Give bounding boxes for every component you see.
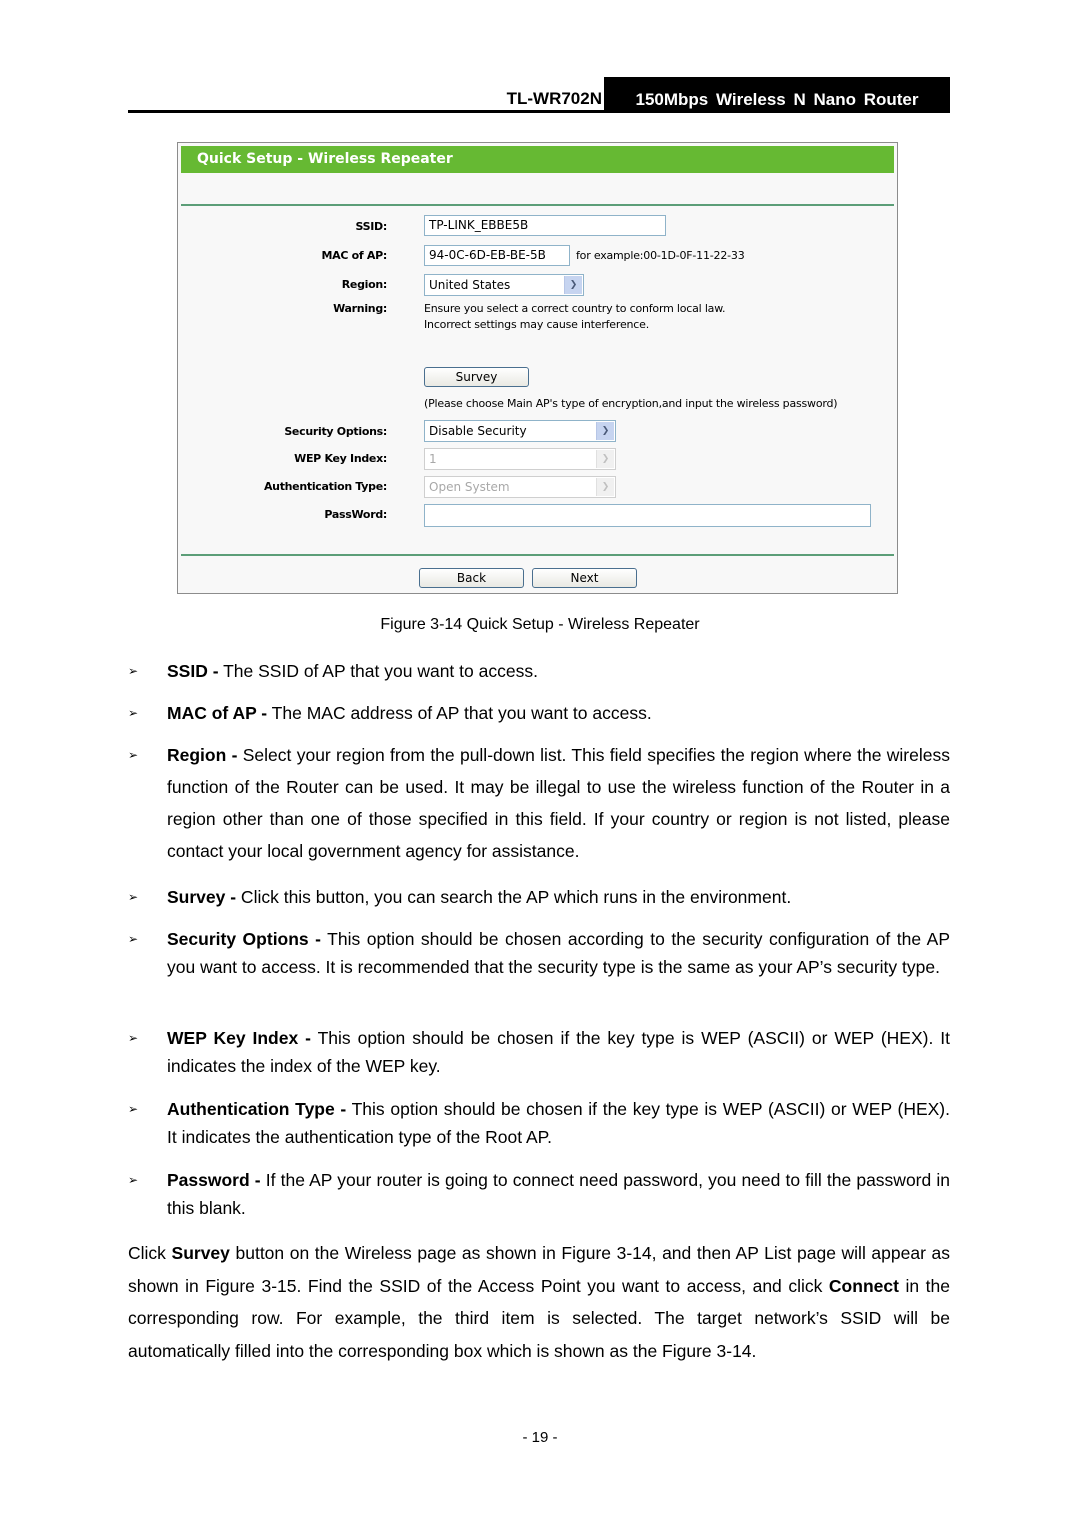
bullet-term: Authentication Type - bbox=[167, 1099, 347, 1119]
page-header: TL-WR702N 150Mbps Wireless N Nano Router bbox=[128, 77, 950, 113]
bullet-survey: ➢ Survey - Click this button, you can se… bbox=[128, 881, 950, 913]
paragraph-text: Click bbox=[128, 1243, 172, 1263]
mac-label: MAC of AP: bbox=[321, 249, 387, 262]
bullet-term: Password - bbox=[167, 1170, 261, 1190]
page-number: - 19 - bbox=[522, 1429, 558, 1446]
bullet-arrow-icon: ➢ bbox=[128, 1031, 139, 1045]
authentication-type-value: Open System bbox=[429, 480, 510, 494]
warning-line-2: Incorrect settings may cause interferenc… bbox=[424, 318, 650, 331]
bullet-wep-key-index: ➢ WEP Key Index - This option should be … bbox=[128, 1024, 950, 1080]
password-label: PassWord: bbox=[324, 508, 387, 521]
separator-bottom bbox=[181, 554, 894, 556]
mac-hint: for example:00-1D-0F-11-22-33 bbox=[576, 249, 745, 262]
separator-top bbox=[181, 204, 894, 206]
ssid-label: SSID: bbox=[355, 220, 388, 233]
bullet-term: MAC of AP - bbox=[167, 703, 268, 723]
header-rule bbox=[128, 110, 950, 113]
next-button[interactable]: Next bbox=[532, 568, 637, 588]
bullet-password: ➢ Password - If the AP your router is go… bbox=[128, 1166, 950, 1222]
bullet-term: Survey - bbox=[167, 887, 237, 907]
bullet-term: Security Options - bbox=[167, 929, 321, 949]
bullet-arrow-icon: ➢ bbox=[128, 664, 139, 678]
bullet-text: Click this button, you can search the AP… bbox=[236, 887, 792, 907]
bullet-arrow-icon: ➢ bbox=[128, 748, 139, 762]
bullet-arrow-icon: ➢ bbox=[128, 706, 139, 720]
panel-title: Quick Setup - Wireless Repeater bbox=[181, 146, 894, 173]
paragraph-text: button on the Wireless page as shown in … bbox=[128, 1243, 951, 1296]
region-select[interactable]: United States ❯ bbox=[424, 274, 584, 296]
bullet-term: SSID - bbox=[167, 661, 219, 681]
wep-key-index-label: WEP Key Index: bbox=[294, 452, 387, 465]
product-name: 150Mbps Wireless N Nano Router bbox=[604, 77, 950, 111]
bullet-arrow-icon: ➢ bbox=[128, 1102, 139, 1116]
mac-input[interactable]: 94-0C-6D-EB-BE-5B bbox=[424, 245, 570, 266]
bullet-arrow-icon: ➢ bbox=[128, 1173, 139, 1187]
back-button[interactable]: Back bbox=[419, 568, 524, 588]
warning-line-1: Ensure you select a correct country to c… bbox=[424, 302, 726, 315]
quick-setup-panel: Quick Setup - Wireless Repeater SSID: TP… bbox=[177, 142, 898, 594]
warning-label: Warning: bbox=[333, 302, 387, 315]
chevron-down-icon[interactable]: ❯ bbox=[596, 422, 614, 440]
wep-key-index-select: 1 ❯ bbox=[424, 448, 616, 470]
bullet-text: Select your region from the pull-down li… bbox=[167, 745, 950, 861]
password-input[interactable] bbox=[424, 504, 871, 527]
authentication-type-select: Open System ❯ bbox=[424, 476, 616, 498]
region-value: United States bbox=[429, 278, 511, 292]
bullet-text: The MAC address of AP that you want to a… bbox=[267, 703, 652, 723]
survey-paragraph: Click Survey button on the Wireless page… bbox=[128, 1237, 950, 1367]
bullet-region: ➢ Region - Select your region from the p… bbox=[128, 739, 950, 867]
survey-note: (Please choose Main AP's type of encrypt… bbox=[424, 397, 838, 410]
chevron-down-icon[interactable]: ❯ bbox=[564, 276, 582, 294]
authentication-type-label: Authentication Type: bbox=[263, 480, 387, 493]
security-options-select[interactable]: Disable Security ❯ bbox=[424, 420, 616, 442]
chevron-down-icon: ❯ bbox=[596, 450, 614, 468]
bullet-mac-of-ap: ➢ MAC of AP - The MAC address of AP that… bbox=[128, 697, 950, 729]
bullet-term: Region - bbox=[167, 745, 238, 765]
chevron-down-icon: ❯ bbox=[596, 478, 614, 496]
bullet-arrow-icon: ➢ bbox=[128, 890, 139, 904]
bullet-authentication-type: ➢ Authentication Type - This option shou… bbox=[128, 1095, 950, 1151]
bullet-security-options: ➢ Security Options - This option should … bbox=[128, 925, 950, 981]
wep-key-index-value: 1 bbox=[429, 452, 437, 466]
bullet-ssid: ➢ SSID - The SSID of AP that you want to… bbox=[128, 655, 950, 687]
bullet-arrow-icon: ➢ bbox=[128, 932, 139, 946]
bullet-term: WEP Key Index - bbox=[167, 1028, 311, 1048]
figure-caption: Figure 3-14 Quick Setup - Wireless Repea… bbox=[380, 616, 700, 633]
security-options-value: Disable Security bbox=[429, 424, 527, 438]
survey-button[interactable]: Survey bbox=[424, 367, 529, 387]
security-options-label: Security Options: bbox=[284, 425, 387, 438]
region-label: Region: bbox=[341, 278, 388, 291]
paragraph-bold-survey: Survey bbox=[171, 1243, 230, 1263]
model-name: TL-WR702N bbox=[506, 89, 602, 108]
bullet-text: The SSID of AP that you want to access. bbox=[218, 661, 538, 681]
bullet-text: If the AP your router is going to connec… bbox=[167, 1170, 950, 1218]
paragraph-bold-connect: Connect bbox=[828, 1275, 899, 1296]
ssid-input[interactable]: TP-LINK_EBBE5B bbox=[424, 215, 666, 236]
